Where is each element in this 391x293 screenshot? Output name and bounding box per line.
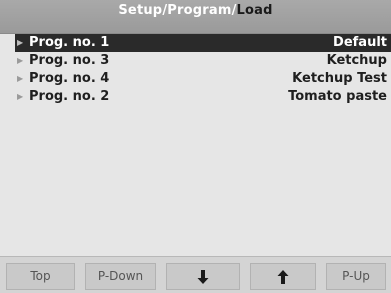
- program-number: Prog. no. 4: [29, 71, 110, 86]
- program-name: Ketchup: [326, 53, 387, 68]
- program-list: ▶ Prog. no. 1 Default ▶ Prog. no. 3 Ketc…: [15, 34, 391, 106]
- softkey-bar: Top P-Down P-Up: [0, 256, 391, 293]
- top-button[interactable]: Top: [6, 263, 75, 290]
- program-name: Default: [333, 35, 387, 50]
- program-name: Tomato paste: [288, 89, 387, 104]
- scroll-down-button[interactable]: [166, 263, 240, 290]
- row-marker-icon: ▶: [17, 56, 24, 65]
- scroll-up-button[interactable]: [250, 263, 316, 290]
- breadcrumb: Setup/Program/Load: [0, 0, 391, 34]
- arrow-up-icon: [277, 269, 289, 284]
- row-marker-icon: ▶: [17, 92, 24, 101]
- program-number: Prog. no. 3: [29, 53, 110, 68]
- program-number: Prog. no. 2: [29, 89, 110, 104]
- page-up-button[interactable]: P-Up: [326, 263, 386, 290]
- program-name: Ketchup Test: [292, 71, 387, 86]
- program-row[interactable]: ▶ Prog. no. 3 Ketchup: [15, 52, 391, 70]
- program-row[interactable]: ▶ Prog. no. 4 Ketchup Test: [15, 70, 391, 88]
- program-row[interactable]: ▶ Prog. no. 1 Default: [15, 34, 391, 52]
- breadcrumb-program[interactable]: Program: [167, 3, 231, 18]
- breadcrumb-load: Load: [236, 3, 273, 18]
- program-row[interactable]: ▶ Prog. no. 2 Tomato paste: [15, 88, 391, 106]
- breadcrumb-setup[interactable]: Setup: [118, 3, 162, 18]
- program-number: Prog. no. 1: [29, 35, 110, 50]
- row-marker-icon: ▶: [17, 38, 24, 47]
- row-marker-icon: ▶: [17, 74, 24, 83]
- arrow-down-icon: [197, 269, 209, 284]
- page-down-button[interactable]: P-Down: [85, 263, 156, 290]
- hmi-screen: Setup/Program/Load ▶ Prog. no. 1 Default…: [0, 0, 391, 293]
